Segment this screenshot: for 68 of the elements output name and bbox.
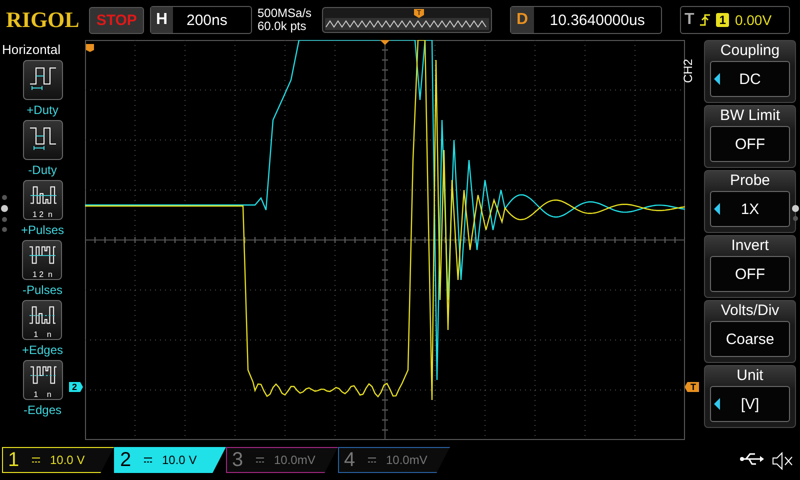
measure-button[interactable]: +Duty — [22, 60, 62, 117]
trigger-source: 1 — [716, 13, 729, 27]
mute-icon[interactable] — [772, 452, 794, 470]
softkey-value-text: OFF — [734, 136, 766, 152]
softkey-title: Unit — [736, 366, 764, 386]
softkey-panel[interactable]: BW Limit OFF — [704, 105, 796, 168]
index-label: 1 n — [34, 391, 52, 399]
menu-title: Horizontal — [1, 41, 61, 57]
channel-scale: 10.0mV — [274, 453, 316, 467]
dc-coupling-icon — [256, 457, 264, 463]
measure-button[interactable]: 1 n +Edges — [22, 300, 64, 357]
selector-arrow-icon — [714, 203, 720, 215]
softkey-title: Volts/Div — [720, 301, 780, 321]
index-label: 1 n — [34, 331, 52, 339]
dc-coupling-icon — [368, 457, 376, 463]
channel-tab[interactable]: 1 10.0 V — [2, 447, 114, 473]
selector-arrow-icon — [714, 398, 720, 410]
softkey-title: Coupling — [720, 41, 780, 61]
softkey-panel[interactable]: Unit [V] — [704, 365, 796, 428]
softkey-value-text: DC — [738, 70, 762, 88]
trigger-position-icon — [380, 40, 390, 45]
brand-logo: RIGOL — [6, 7, 80, 33]
rising-edge-icon — [700, 13, 710, 27]
index-label: 1 2 n — [32, 271, 52, 279]
channel-number: 2 — [120, 448, 132, 472]
timebase-field[interactable]: H 200ns — [150, 6, 252, 34]
softkey-panel[interactable]: Probe 1X — [704, 170, 796, 233]
softkey-title: BW Limit — [720, 106, 780, 126]
softkey-panel[interactable]: Coupling DC — [704, 40, 796, 103]
trigger-level-marker[interactable]: T — [684, 382, 699, 392]
trigger-field[interactable]: T 1 0.00V — [680, 6, 790, 34]
channel-tab[interactable]: 2 10.0 V — [114, 447, 226, 473]
channel-number: 4 — [344, 448, 356, 472]
channel-marker[interactable]: 2 — [69, 382, 84, 392]
delay-value: 10.3640000us — [548, 12, 646, 28]
softkey-title: Invert — [731, 236, 769, 256]
delay-field[interactable]: D 10.3640000us — [510, 6, 662, 34]
softkey-title: Probe — [730, 171, 770, 191]
softkey-value-text: Coarse — [724, 330, 776, 348]
dc-coupling-icon — [144, 457, 152, 463]
sample-info: 500MSa/s 60.0k pts — [258, 7, 313, 33]
channel-number: 1 — [8, 448, 20, 472]
softkey-value-text: 1X — [740, 200, 760, 218]
softkey-value-text: OFF — [734, 266, 766, 282]
softkey-panel[interactable]: Volts/Div Coarse — [704, 300, 796, 363]
delay-label: D — [510, 7, 534, 33]
channel-scale: 10.0 V — [50, 453, 86, 467]
channel-tab[interactable]: 4 10.0mV — [338, 447, 450, 473]
channel-label: CH2 — [681, 59, 695, 83]
softkey-panel[interactable]: Invert OFF — [704, 235, 796, 298]
channel-scale: 10.0 V — [162, 453, 198, 467]
timebase-value: 200ns — [186, 12, 228, 28]
measure-button[interactable]: -Duty — [22, 120, 62, 177]
trigger-label: T — [684, 11, 694, 29]
selector-arrow-icon — [714, 73, 720, 85]
usb-icon — [740, 452, 764, 466]
index-label: 1 2 n — [32, 211, 52, 219]
trigger-offset-icon — [86, 44, 94, 52]
trigger-level: 0.00V — [734, 12, 772, 28]
channel-number: 3 — [232, 448, 244, 472]
measure-button[interactable]: 1 2 n +Pulses — [20, 180, 64, 237]
measure-button[interactable]: 1 n -Edges — [22, 360, 62, 417]
measure-button[interactable]: 1 2 n -Pulses — [22, 240, 62, 297]
softkey-value-text: [V] — [740, 396, 760, 412]
channel-tab[interactable]: 3 10.0mV — [226, 447, 338, 473]
timebase-label: H — [150, 7, 172, 33]
channel-scale: 10.0mV — [386, 453, 428, 467]
dc-coupling-icon — [32, 457, 40, 463]
